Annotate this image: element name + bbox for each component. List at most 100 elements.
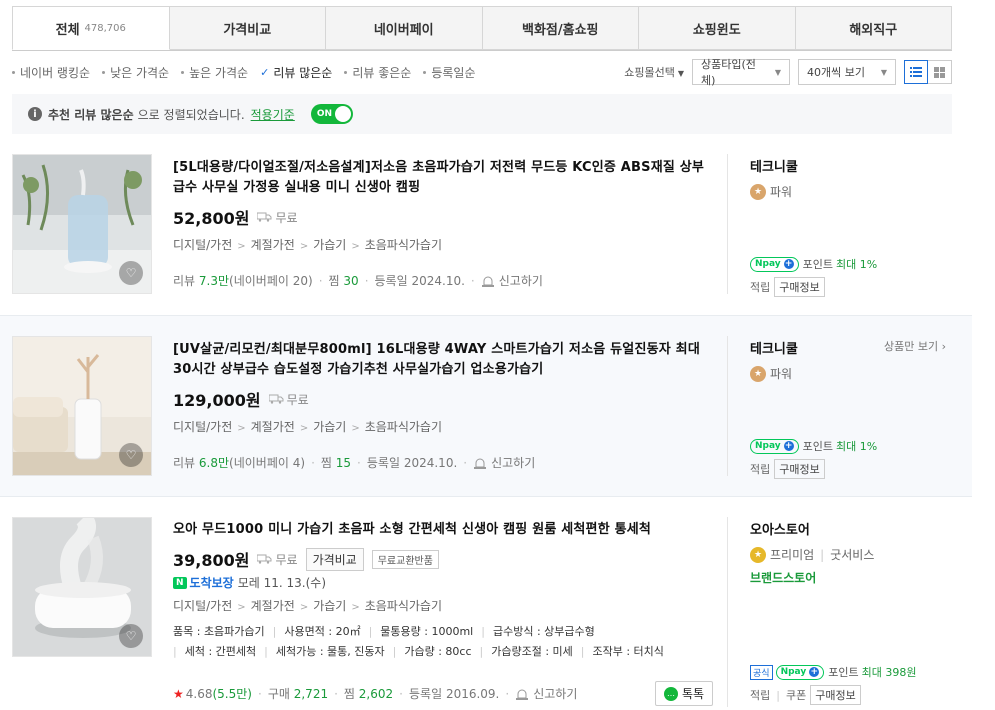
mall-select-dropdown[interactable]: 쇼핑몰선택 ▼ — [624, 64, 684, 80]
buy-label: 구매 — [267, 687, 290, 701]
point-label: 포인트 — [802, 440, 834, 453]
sort-best-reviews[interactable]: 리뷰 좋은순 — [344, 64, 411, 81]
product-item: ♡ [UV살균/리모컨/최대분무800ml] 16L대용량 4WAY 스마트가습… — [0, 315, 972, 497]
chat-bubble-icon: … — [664, 686, 678, 701]
report-button[interactable]: 신고하기 — [481, 272, 543, 289]
benefit-row: 적립 | 쿠폰 구매정보 — [750, 685, 861, 705]
mall-name[interactable]: 오아스토어 — [750, 519, 950, 538]
price-row: 39,800원 무료 가격비교 무료교환반품 — [173, 547, 713, 571]
tab-all[interactable]: 전체 478,706 — [12, 6, 170, 50]
sort-label: 리뷰 좋은순 — [352, 65, 412, 80]
separator: · — [334, 686, 338, 701]
chevron-right-icon: > — [351, 423, 360, 434]
spec-item: 세척 : 간편세척 — [184, 645, 257, 658]
spec-item: 물통용량 : 1000ml — [380, 625, 474, 638]
product-title[interactable]: [5L대용량/다이얼조절/저소음설계]저소음 초음파가습기 저전력 무드등 KC… — [173, 158, 713, 198]
criteria-link[interactable]: 적용기준 — [251, 106, 295, 123]
report-button[interactable]: 신고하기 — [473, 454, 535, 471]
sort-registered[interactable]: 등록일순 — [423, 64, 476, 81]
separator: | — [272, 625, 277, 638]
buy-info-button[interactable]: 구매정보 — [774, 459, 825, 479]
category-link[interactable]: 가습기 — [313, 599, 346, 613]
wishlist-heart-button[interactable]: ♡ — [119, 443, 143, 467]
product-thumbnail[interactable]: ♡ — [12, 154, 152, 294]
grid-view-button[interactable] — [928, 60, 952, 84]
wishlist-heart-button[interactable]: ♡ — [119, 624, 143, 648]
tab-label: 쇼핑윈도 — [692, 22, 741, 38]
brand-store-badge: 브랜드스토어 — [750, 571, 817, 585]
category-link[interactable]: 디지털/가전 — [173, 238, 232, 252]
shipping-free: 무료 — [286, 392, 309, 407]
separator: | — [173, 645, 177, 658]
product-title[interactable]: [UV살균/리모컨/최대분무800ml] 16L대용량 4WAY 스마트가습기 … — [173, 340, 713, 380]
sort-bar: 네이버 랭킹순 낮은 가격순 높은 가격순 ✓ 리뷰 많은순 리뷰 좋은순 등록일… — [12, 58, 952, 87]
divider — [727, 336, 728, 476]
chevron-right-icon: > — [299, 602, 309, 613]
buy-info-button[interactable]: 구매정보 — [774, 277, 825, 297]
notice-text: 으로 정렬되었습니다. — [137, 107, 245, 122]
review-link[interactable]: 리뷰 6.8만(네이버페이 4) — [173, 454, 305, 471]
product-thumbnail[interactable]: ♡ — [12, 517, 152, 657]
plus-icon: + — [783, 259, 794, 269]
category-link[interactable]: 계절가전 — [251, 238, 295, 252]
product-thumbnail[interactable]: ♡ — [12, 336, 152, 476]
list-view-button[interactable] — [904, 60, 928, 84]
category-link[interactable]: 계절가전 — [251, 420, 295, 434]
sort-notice: i 추천 리뷰 많은순 으로 정렬되었습니다. 적용기준 ON — [12, 94, 952, 134]
separator: | — [264, 645, 268, 658]
talk-label: 톡톡 — [682, 687, 705, 701]
mall-name[interactable]: 테크니쿨 — [750, 156, 950, 175]
product-meta: ★ 4.68 (5.5만) · 구매 2,721 · 찜 2,602 · 등록일 … — [173, 685, 577, 702]
sort-label: 리뷰 많은순 — [273, 65, 333, 80]
star-icon: ★ — [173, 686, 184, 701]
products-only-link[interactable]: 상품만 보기 › — [884, 338, 946, 354]
mall-grade: ★ 파워 — [750, 365, 950, 382]
sort-most-reviews[interactable]: ✓ 리뷰 많은순 — [260, 64, 332, 81]
wishlist-heart-button[interactable]: ♡ — [119, 261, 143, 285]
truck-icon — [257, 554, 272, 564]
product-type-value: 상품타입(전체) — [701, 58, 756, 87]
bullet-icon — [423, 70, 427, 74]
rating-count[interactable]: (5.5만) — [212, 685, 252, 702]
page-size-select[interactable]: 40개씩 보기 ▼ — [798, 59, 896, 85]
category-link[interactable]: 초음파식가습기 — [365, 238, 442, 252]
mall-info: 테크니쿨 ★ 파워 Npay + 포인트 최대 1% 적립 구매정보 — [750, 156, 950, 297]
report-button[interactable]: 신고하기 — [515, 685, 577, 702]
npay-label: pay — [788, 667, 807, 677]
toggle-knob — [334, 106, 351, 122]
tab-naverpay[interactable]: 네이버페이 — [326, 6, 483, 50]
category-link[interactable]: 디지털/가전 — [173, 420, 232, 434]
review-link[interactable]: 리뷰 7.3만(네이버페이 20) — [173, 272, 313, 289]
category-path: 디지털/가전 > 계절가전 > 가습기 > 초음파식가습기 — [173, 597, 713, 614]
product-title[interactable]: 오아 무드1000 미니 가습기 초음파 소형 간편세척 신생아 캠핑 원룸 세… — [173, 520, 713, 540]
sort-low-price[interactable]: 낮은 가격순 — [102, 64, 169, 81]
category-link[interactable]: 초음파식가습기 — [365, 599, 442, 613]
tab-overseas[interactable]: 해외직구 — [795, 6, 952, 50]
category-link[interactable]: 초음파식가습기 — [365, 420, 442, 434]
sort-high-price[interactable]: 높은 가격순 — [181, 64, 248, 81]
price-compare-button[interactable]: 가격비교 — [305, 547, 364, 571]
category-link[interactable]: 가습기 — [313, 238, 346, 252]
talktalk-button[interactable]: … 톡톡 — [655, 681, 714, 706]
spec-item: 품목 : 초음파가습기 — [173, 625, 265, 638]
bullet-icon — [344, 70, 348, 74]
tab-price-compare[interactable]: 가격비교 — [169, 6, 326, 50]
category-link[interactable]: 계절가전 — [251, 599, 295, 613]
product-info: [5L대용량/다이얼조절/저소음설계]저소음 초음파가습기 저전력 무드등 KC… — [173, 158, 713, 253]
plus-icon: + — [783, 441, 794, 451]
review-npay-count: (네이버페이 4) — [229, 456, 306, 470]
mall-select-label: 쇼핑몰선택 — [624, 66, 675, 79]
divider — [727, 517, 728, 707]
category-link[interactable]: 가습기 — [313, 420, 346, 434]
recommend-toggle[interactable]: ON — [310, 104, 353, 124]
review-npay-count: (네이버페이 20) — [229, 274, 313, 288]
product-type-select[interactable]: 상품타입(전체) ▼ — [692, 58, 790, 87]
tab-department-homeshopping[interactable]: 백화점/홈쇼핑 — [482, 6, 639, 50]
buy-info-button[interactable]: 구매정보 — [810, 685, 861, 705]
sort-naver-ranking[interactable]: 네이버 랭킹순 — [12, 64, 90, 81]
tab-shopping-window[interactable]: 쇼핑윈도 — [639, 6, 796, 50]
list-controls: 쇼핑몰선택 ▼ 상품타입(전체) ▼ 40개씩 보기 ▼ — [624, 58, 952, 87]
category-link[interactable]: 디지털/가전 — [173, 599, 232, 613]
registered-date: 2016.09. — [445, 686, 500, 701]
grade-label: 파워 — [770, 185, 793, 199]
